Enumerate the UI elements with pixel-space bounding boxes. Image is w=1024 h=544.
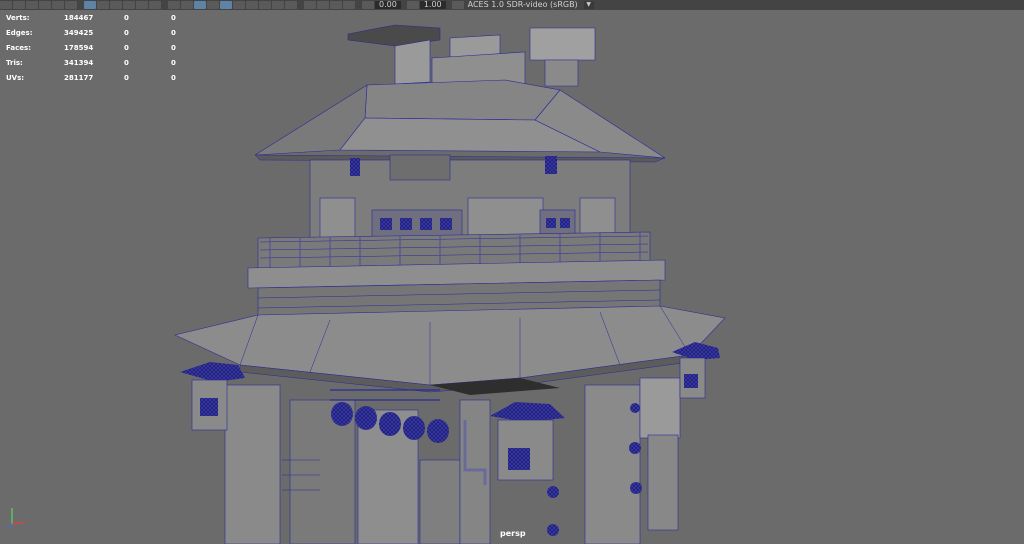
lower-structure — [224, 377, 681, 544]
hud-total: 341394 — [64, 58, 94, 67]
hud-row-edges: Edges: 349425 0 0 — [6, 25, 191, 40]
viewport-toolbar: 0.00 1.00 ACES 1.0 SDR-video (sRGB) ▼ — [0, 0, 1024, 10]
hud-selected: 0 — [124, 58, 129, 67]
textured-icon[interactable] — [207, 1, 219, 9]
gamma-icon[interactable] — [406, 1, 419, 9]
grease-pencil-icon[interactable] — [65, 1, 77, 9]
hud-label: Edges: — [6, 28, 33, 37]
camera-select-icon[interactable] — [0, 1, 12, 9]
field-chart-icon[interactable] — [136, 1, 148, 9]
motion-blur-icon[interactable] — [259, 1, 271, 9]
bookmark-icon[interactable] — [26, 1, 38, 9]
xray-icon[interactable] — [317, 1, 329, 9]
hud-row-verts: Verts: 184467 0 0 — [6, 10, 191, 25]
hud-total: 184467 — [64, 13, 94, 22]
viewport-3d[interactable] — [0, 10, 1024, 544]
color-management-icon[interactable] — [451, 1, 464, 9]
anti-aliasing-icon[interactable] — [272, 1, 284, 9]
upper-roof — [254, 79, 666, 163]
exposure-icon[interactable] — [362, 1, 374, 9]
2d-pan-zoom-icon[interactable] — [52, 1, 64, 9]
hud-label: UVs: — [6, 73, 25, 82]
screen-space-ao-icon[interactable] — [246, 1, 258, 9]
hud-total: 178594 — [64, 43, 94, 52]
gate-mask-icon[interactable] — [123, 1, 135, 9]
wireframe-icon[interactable] — [168, 1, 180, 9]
resolution-gate-icon[interactable] — [110, 1, 122, 9]
hud-selected: 0 — [124, 73, 129, 82]
shadows-icon[interactable] — [233, 1, 245, 9]
safe-action-icon[interactable] — [149, 1, 161, 9]
image-plane-icon[interactable] — [39, 1, 51, 9]
hud-uv: 0 — [171, 73, 176, 82]
hud-total: 349425 — [64, 28, 94, 37]
wireframe-on-shaded-icon[interactable] — [194, 1, 206, 9]
use-all-lights-icon[interactable] — [220, 1, 232, 9]
axis-gizmo-icon — [7, 508, 25, 529]
xray-active-components-icon[interactable] — [330, 1, 342, 9]
hud-label: Tris: — [6, 58, 23, 67]
hud-label: Faces: — [6, 43, 31, 52]
view-transform-label[interactable]: ACES 1.0 SDR-video (sRGB) — [468, 1, 578, 9]
hud-selected: 0 — [124, 28, 129, 37]
film-gate-icon[interactable] — [97, 1, 109, 9]
isolate-select-icon[interactable] — [304, 1, 316, 9]
smooth-shade-icon[interactable] — [181, 1, 193, 9]
hud-total: 281177 — [64, 73, 94, 82]
rooftop-blocks — [347, 24, 596, 88]
hud-row-tris: Tris: 341394 0 0 — [6, 55, 191, 70]
view-transform-dropdown-icon[interactable]: ▼ — [583, 1, 594, 9]
depth-of-field-icon[interactable] — [285, 1, 297, 9]
hud-uv: 0 — [171, 13, 176, 22]
camera-attributes-icon[interactable] — [13, 1, 25, 9]
hud-uv: 0 — [171, 28, 176, 37]
xray-joints-icon[interactable] — [343, 1, 355, 9]
gamma-field[interactable]: 1.00 — [419, 1, 446, 9]
camera-name-label: persp — [500, 529, 526, 538]
exposure-field[interactable]: 0.00 — [375, 1, 401, 9]
hud-row-uvs: UVs: 281177 0 0 — [6, 70, 191, 85]
poly-count-hud: Verts: 184467 0 0 Edges: 349425 0 0 Face… — [6, 10, 191, 85]
hud-label: Verts: — [6, 13, 30, 22]
hud-selected: 0 — [124, 43, 129, 52]
hud-uv: 0 — [171, 58, 176, 67]
hud-row-faces: Faces: 178594 0 0 — [6, 40, 191, 55]
hud-uv: 0 — [171, 43, 176, 52]
hud-selected: 0 — [124, 13, 129, 22]
grid-icon[interactable] — [84, 1, 96, 9]
